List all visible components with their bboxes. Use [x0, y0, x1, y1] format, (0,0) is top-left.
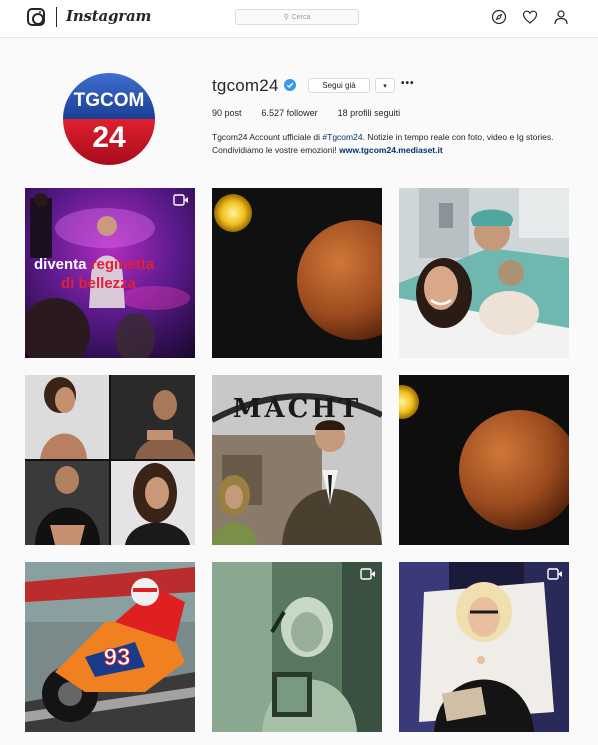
suggestions-dropdown-button[interactable]: ▾: [375, 78, 395, 93]
post-thumbnail-1[interactable]: diventa reginetta di bellezza: [25, 188, 195, 358]
search-placeholder: Cerca: [291, 13, 311, 21]
top-navigation-bar: Instagram ⚲ Cerca: [0, 0, 598, 38]
posts-stat: 90 post: [212, 108, 242, 118]
post-1-overlay-line1: diventa reginetta: [34, 256, 155, 273]
post-thumbnail-8[interactable]: [212, 562, 382, 732]
search-input[interactable]: ⚲ Cerca: [235, 9, 359, 25]
post-thumbnail-5[interactable]: MACHT: [212, 375, 382, 545]
heart-icon[interactable]: [522, 9, 538, 25]
profile-avatar[interactable]: TGCOM 24: [63, 73, 155, 165]
profile-bio: Tgcom24 Account ufficiale di #Tgcom24. N…: [212, 132, 554, 155]
following-stat[interactable]: 18 profili seguiti: [338, 108, 401, 118]
more-options-button[interactable]: •••: [401, 78, 415, 89]
post-thumbnail-3[interactable]: [399, 188, 569, 358]
compass-icon[interactable]: [491, 9, 507, 25]
post-thumbnail-6[interactable]: [399, 375, 569, 545]
profile-stats: 90 post 6.527 follower 18 profili seguit…: [212, 108, 400, 118]
post-7-bike-number: 93: [104, 644, 131, 671]
avatar-logo-bottom: 24: [92, 121, 126, 154]
post-thumbnail-2[interactable]: [212, 188, 382, 358]
instagram-glyph-icon[interactable]: [27, 8, 45, 26]
header-divider: [56, 7, 57, 27]
post-5-sign-text: MACHT: [233, 394, 362, 424]
profile-username: tgcom24: [212, 76, 279, 95]
post-thumbnail-4[interactable]: [25, 375, 195, 545]
verified-badge-icon: [284, 79, 296, 91]
search-icon: ⚲: [283, 14, 289, 21]
followers-stat[interactable]: 6.527 follower: [262, 108, 318, 118]
bio-website-link[interactable]: www.tgcom24.mediaset.it: [339, 145, 443, 155]
avatar-logo-top: TGCOM: [74, 90, 145, 111]
video-icon: [173, 194, 188, 206]
instagram-wordmark[interactable]: Instagram: [66, 7, 151, 25]
post-thumbnail-7[interactable]: 93: [25, 562, 195, 732]
bio-hashtag-link[interactable]: #Tgcom24: [322, 132, 362, 142]
following-button[interactable]: Segui già: [308, 78, 370, 93]
user-icon[interactable]: [553, 9, 569, 25]
video-icon: [547, 568, 562, 580]
post-1-overlay-line2: di bellezza: [61, 275, 137, 292]
post-thumbnail-9[interactable]: [399, 562, 569, 732]
video-icon: [360, 568, 375, 580]
